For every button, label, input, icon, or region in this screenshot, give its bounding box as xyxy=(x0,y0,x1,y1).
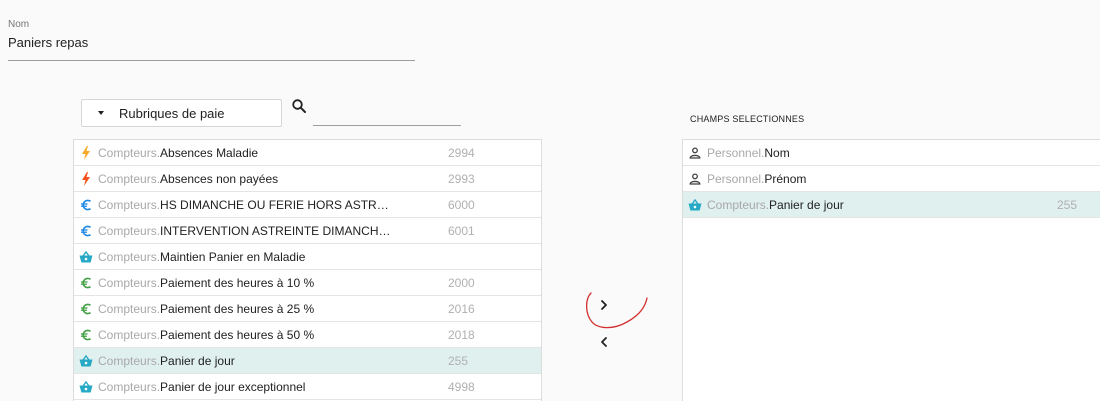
list-item[interactable]: Compteurs.Maintien Panier en Maladie xyxy=(74,244,541,270)
list-item-name: Panier de jour xyxy=(160,353,235,368)
list-item-code: 2994 xyxy=(448,145,475,160)
person-icon xyxy=(683,166,707,192)
list-item-code: 2993 xyxy=(448,171,475,186)
list-item-prefix: Compteurs. xyxy=(98,197,161,212)
basket-icon xyxy=(74,244,98,270)
list-item-name: Panier de jour xyxy=(769,197,844,212)
list-item-label: Compteurs.INTERVENTION ASTREINTE DIMANCH… xyxy=(98,224,394,238)
selected-fields-list: Personnel.Nom Personnel.Prénom Compteurs.P… xyxy=(682,139,1100,401)
remove-field-button[interactable] xyxy=(594,332,614,352)
list-item-prefix: Compteurs. xyxy=(98,379,161,394)
list-item-prefix: Compteurs. xyxy=(98,223,161,238)
basket-icon xyxy=(74,374,98,400)
chevron-right-icon xyxy=(601,300,607,310)
list-item-label: Compteurs.Absences non payées xyxy=(98,172,278,186)
list-item-label: Compteurs.Paiement des heures à 10 % xyxy=(98,276,314,290)
basket-icon xyxy=(74,348,98,374)
list-item-label: Compteurs.Absences Maladie xyxy=(98,146,258,160)
list-item-prefix: Compteurs. xyxy=(98,353,161,368)
selected-fields-header: CHAMPS SELECTIONNES xyxy=(690,114,805,124)
list-item-label: Personnel.Prénom xyxy=(707,172,806,186)
list-item-prefix: Compteurs. xyxy=(98,171,161,186)
euro-icon xyxy=(74,270,98,296)
list-item-code: 2018 xyxy=(448,327,475,342)
list-item-prefix: Compteurs. xyxy=(98,275,161,290)
list-item-label: Compteurs.Panier de jour exceptionnel xyxy=(98,380,305,394)
list-item-name: Maintien Panier en Maladie xyxy=(160,249,306,264)
list-item-code: 255 xyxy=(448,353,469,368)
list-item[interactable]: Compteurs.Panier de jour 255 xyxy=(74,348,541,374)
list-item-label: Compteurs.Panier de jour xyxy=(98,354,235,368)
search-input[interactable] xyxy=(313,101,461,126)
list-item-prefix: Personnel. xyxy=(707,171,765,186)
name-field-value[interactable]: Paniers repas xyxy=(8,35,88,50)
list-item-label: Compteurs.Paiement des heures à 50 % xyxy=(98,328,314,342)
list-item[interactable]: Compteurs.Paiement des heures à 50 % 2018 xyxy=(74,322,541,348)
list-item-label: Compteurs.HS DIMANCHE OU FERIE HORS ASTR… xyxy=(98,198,394,212)
list-item-label: Compteurs.Maintien Panier en Maladie xyxy=(98,250,305,264)
list-item-name: Absences non payées xyxy=(160,171,279,186)
add-field-button[interactable] xyxy=(594,295,614,315)
list-item[interactable]: Compteurs.Absences non payées 2993 xyxy=(74,166,541,192)
euro-icon xyxy=(74,322,98,348)
euro-icon xyxy=(74,296,98,322)
lightning-icon xyxy=(74,140,98,166)
search-icon[interactable] xyxy=(291,98,307,114)
name-field[interactable]: Nom Paniers repas xyxy=(8,18,415,61)
list-item-prefix: Compteurs. xyxy=(707,197,770,212)
euro-icon xyxy=(74,218,98,244)
list-item-code: 2016 xyxy=(448,301,475,316)
list-item-label: Compteurs.Panier de jour xyxy=(707,198,844,212)
list-item-label: Compteurs.Paiement des heures à 25 % xyxy=(98,302,314,316)
list-item[interactable]: Compteurs.HS DIMANCHE OU FERIE HORS ASTR… xyxy=(74,192,541,218)
list-item-code: 4998 xyxy=(448,379,475,394)
list-item-prefix: Personnel. xyxy=(707,145,765,160)
available-fields-list: Compteurs.Absences Maladie 2994 Compteurs.… xyxy=(73,139,542,401)
list-item-name: HS DIMANCHE OU FERIE HORS ASTREI… xyxy=(160,197,394,212)
list-item[interactable]: Compteurs.INTERVENTION ASTREINTE DIMANCH… xyxy=(74,218,541,244)
list-item-code: 2000 xyxy=(448,275,475,290)
list-item[interactable]: Personnel.Prénom xyxy=(683,166,1100,192)
list-item-code: 255 xyxy=(1057,197,1078,212)
list-item-name: Nom xyxy=(764,145,790,160)
list-item[interactable]: Compteurs.Panier de jour exceptionnel 499… xyxy=(74,374,541,400)
list-item[interactable]: Compteurs.Paiement des heures à 10 % 2000 xyxy=(74,270,541,296)
list-item-label: Personnel.Nom xyxy=(707,146,790,160)
list-item-name: Paiement des heures à 25 % xyxy=(160,301,315,316)
list-item-code: 6000 xyxy=(448,197,475,212)
list-item[interactable]: Compteurs.Paiement des heures à 25 % 2016 xyxy=(74,296,541,322)
list-item[interactable]: Personnel.Nom xyxy=(683,140,1100,166)
chevron-left-icon xyxy=(601,337,607,347)
list-item-name: Panier de jour exceptionnel xyxy=(160,379,306,394)
caret-down-icon xyxy=(98,111,104,115)
list-item-code: 6001 xyxy=(448,223,475,238)
category-select-value: Rubriques de paie xyxy=(119,105,225,121)
basket-icon xyxy=(683,192,707,218)
list-item-name: Paiement des heures à 50 % xyxy=(160,327,315,342)
category-select[interactable]: Rubriques de paie xyxy=(81,99,282,127)
list-item-name: Absences Maladie xyxy=(160,145,259,160)
list-item-prefix: Compteurs. xyxy=(98,327,161,342)
list-item[interactable]: Compteurs.Absences Maladie 2994 xyxy=(74,140,541,166)
euro-icon xyxy=(74,192,98,218)
list-item-name: INTERVENTION ASTREINTE DIMANCHE … xyxy=(160,223,394,238)
list-item[interactable]: Compteurs.Panier de jour 255 xyxy=(683,192,1100,218)
list-item-prefix: Compteurs. xyxy=(98,301,161,316)
person-icon xyxy=(683,140,707,166)
lightning-icon xyxy=(74,166,98,192)
list-item-prefix: Compteurs. xyxy=(98,249,161,264)
list-item-prefix: Compteurs. xyxy=(98,145,161,160)
name-field-label: Nom xyxy=(8,19,30,30)
list-item-name: Paiement des heures à 10 % xyxy=(160,275,315,290)
list-item-name: Prénom xyxy=(764,171,807,186)
